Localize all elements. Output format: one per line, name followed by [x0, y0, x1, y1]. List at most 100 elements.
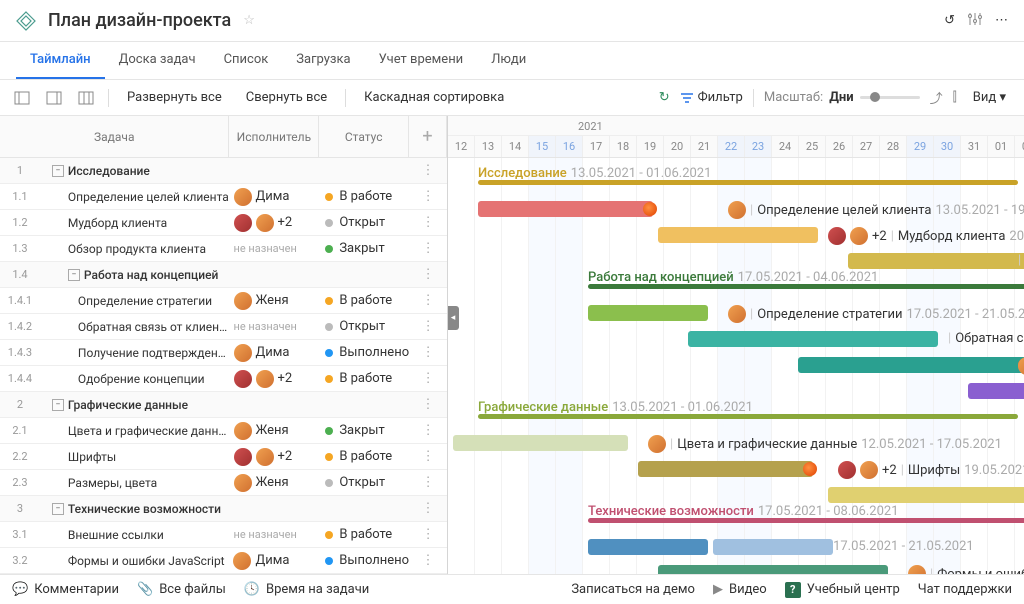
day-cell[interactable]: 31	[961, 135, 988, 157]
task-bar[interactable]	[968, 383, 1024, 399]
task-bar[interactable]	[828, 487, 1024, 503]
task-cell[interactable]: Шрифты	[40, 450, 230, 464]
column-header-status[interactable]: Статус	[319, 116, 409, 157]
task-cell[interactable]: −Работа над концепцией	[40, 268, 230, 282]
view-button[interactable]: Вид ▾	[967, 86, 1012, 109]
favorite-star-icon[interactable]: ☆	[243, 13, 255, 28]
task-row[interactable]: 1.3Обзор продукта клиентане назначенЗакр…	[0, 236, 447, 262]
task-cell[interactable]: Обратная связь от клиента	[40, 320, 230, 334]
task-cell[interactable]: Одобрение концепции	[40, 372, 230, 386]
day-cell[interactable]: 01	[988, 135, 1015, 157]
collapse-toggle[interactable]: −	[52, 399, 64, 411]
row-menu-icon[interactable]: ⋮	[409, 449, 447, 464]
tab-people[interactable]: Люди	[477, 42, 540, 79]
expand-all-button[interactable]: Развернуть все	[121, 86, 228, 109]
row-menu-icon[interactable]: ⋮	[409, 189, 447, 204]
task-cell[interactable]: Цвета и графические данные	[40, 424, 230, 438]
task-row[interactable]: 3−Технические возможности⋮	[0, 496, 447, 522]
files-button[interactable]: 📎Все файлы	[137, 582, 226, 597]
time-button[interactable]: 🕓Время на задачи	[244, 582, 369, 597]
task-cell[interactable]: Внешние ссылки	[40, 528, 230, 542]
status-cell[interactable]: Закрыт	[319, 423, 409, 438]
row-menu-icon[interactable]: ⋮	[409, 319, 447, 334]
day-cell[interactable]: 17	[583, 135, 610, 157]
assignee-cell[interactable]: не назначен	[230, 242, 320, 255]
learn-button[interactable]: ?Учебный центр	[785, 582, 900, 598]
assignee-cell[interactable]: +2	[230, 448, 320, 466]
status-cell[interactable]: В работе	[319, 189, 409, 204]
status-cell[interactable]: Выполнено	[319, 345, 409, 360]
row-menu-icon[interactable]: ⋮	[409, 215, 447, 230]
task-bar[interactable]	[588, 305, 708, 321]
task-bar[interactable]	[713, 539, 833, 555]
assignee-cell[interactable]: +2	[230, 370, 320, 388]
day-cell[interactable]: 20	[664, 135, 691, 157]
tab-board[interactable]: Доска задач	[105, 42, 210, 79]
row-menu-icon[interactable]: ⋮	[409, 371, 447, 386]
assignee-cell[interactable]: Женя	[230, 422, 320, 440]
task-bar[interactable]	[658, 565, 888, 574]
task-cell[interactable]: Получение подтверждения	[40, 346, 230, 360]
row-menu-icon[interactable]: ⋮	[409, 553, 447, 568]
task-row[interactable]: 1.4−Работа над концепцией⋮	[0, 262, 447, 288]
task-cell[interactable]: Мудборд клиента	[40, 216, 230, 230]
row-menu-icon[interactable]: ⋮	[409, 267, 447, 282]
task-bar[interactable]	[848, 253, 1024, 269]
task-cell[interactable]: Формы и ошибки JavaScript	[40, 554, 230, 568]
column-header-task[interactable]: Задача	[0, 116, 229, 157]
assignee-cell[interactable]: +2	[230, 214, 320, 232]
status-cell[interactable]: В работе	[319, 293, 409, 308]
refresh-icon[interactable]: ↻	[659, 90, 670, 105]
day-cell[interactable]: 12	[448, 135, 475, 157]
row-menu-icon[interactable]: ⋮	[409, 163, 447, 178]
panel-left-icon[interactable]	[12, 88, 32, 108]
video-button[interactable]: ▶Видео	[713, 582, 767, 598]
collapse-toggle[interactable]: −	[68, 269, 80, 281]
column-header-assignee[interactable]: Исполнитель	[229, 116, 319, 157]
task-cell[interactable]: −Графические данные	[40, 398, 230, 412]
status-cell[interactable]: В работе	[319, 449, 409, 464]
assignee-cell[interactable]: Дима	[230, 188, 320, 206]
status-cell[interactable]: Открыт	[319, 319, 409, 334]
task-row[interactable]: 3.2Формы и ошибки JavaScriptДимаВыполнен…	[0, 548, 447, 574]
cascade-sort-button[interactable]: Каскадная сортировка	[358, 86, 510, 109]
more-menu-icon[interactable]: ⋯	[995, 13, 1008, 28]
status-cell[interactable]: Закрыт	[319, 241, 409, 256]
task-bar[interactable]	[688, 331, 938, 347]
assignee-cell[interactable]: не назначен	[230, 320, 320, 333]
day-cell[interactable]: 19	[637, 135, 664, 157]
task-row[interactable]: 2−Графические данные⋮	[0, 392, 447, 418]
demo-button[interactable]: Записаться на демо	[571, 582, 695, 598]
day-cell[interactable]: 13	[475, 135, 502, 157]
status-cell[interactable]: В работе	[319, 371, 409, 386]
task-row[interactable]: 2.2Шрифты+2В работе⋮	[0, 444, 447, 470]
tab-timesheet[interactable]: Учет времени	[365, 42, 478, 79]
comments-button[interactable]: 💬Комментарии	[12, 582, 119, 597]
day-cell[interactable]: 24	[772, 135, 799, 157]
row-menu-icon[interactable]: ⋮	[409, 423, 447, 438]
scale-control[interactable]: Масштаб: Дни	[764, 90, 920, 105]
filter-button[interactable]: Фильтр	[680, 90, 743, 105]
day-cell[interactable]: 29	[907, 135, 934, 157]
adjust-icon[interactable]: ⫿	[953, 90, 957, 105]
tab-list[interactable]: Список	[210, 42, 283, 79]
task-cell[interactable]: −Исследование	[40, 164, 230, 178]
task-bar[interactable]	[588, 539, 708, 555]
row-menu-icon[interactable]: ⋮	[409, 345, 447, 360]
day-cell[interactable]: 25	[799, 135, 826, 157]
panel-right-icon[interactable]	[44, 88, 64, 108]
assignee-cell[interactable]: Дима	[229, 552, 319, 570]
day-cell[interactable]: 16	[556, 135, 583, 157]
task-cell[interactable]: −Технические возможности	[40, 502, 230, 516]
assignee-cell[interactable]: Дима	[230, 344, 320, 362]
task-bar[interactable]	[798, 357, 1024, 373]
day-cell[interactable]: 26	[826, 135, 853, 157]
day-cell[interactable]: 14	[502, 135, 529, 157]
collapse-all-button[interactable]: Свернуть все	[240, 86, 333, 109]
task-row[interactable]: 1.4.4Одобрение концепции+2В работе⋮	[0, 366, 447, 392]
status-cell[interactable]: Выполнено	[319, 553, 409, 568]
day-cell[interactable]: 27	[853, 135, 880, 157]
status-cell[interactable]: В работе	[319, 527, 409, 542]
task-row[interactable]: 1.4.2Обратная связь от клиентане назначе…	[0, 314, 447, 340]
task-bar[interactable]	[478, 201, 653, 217]
